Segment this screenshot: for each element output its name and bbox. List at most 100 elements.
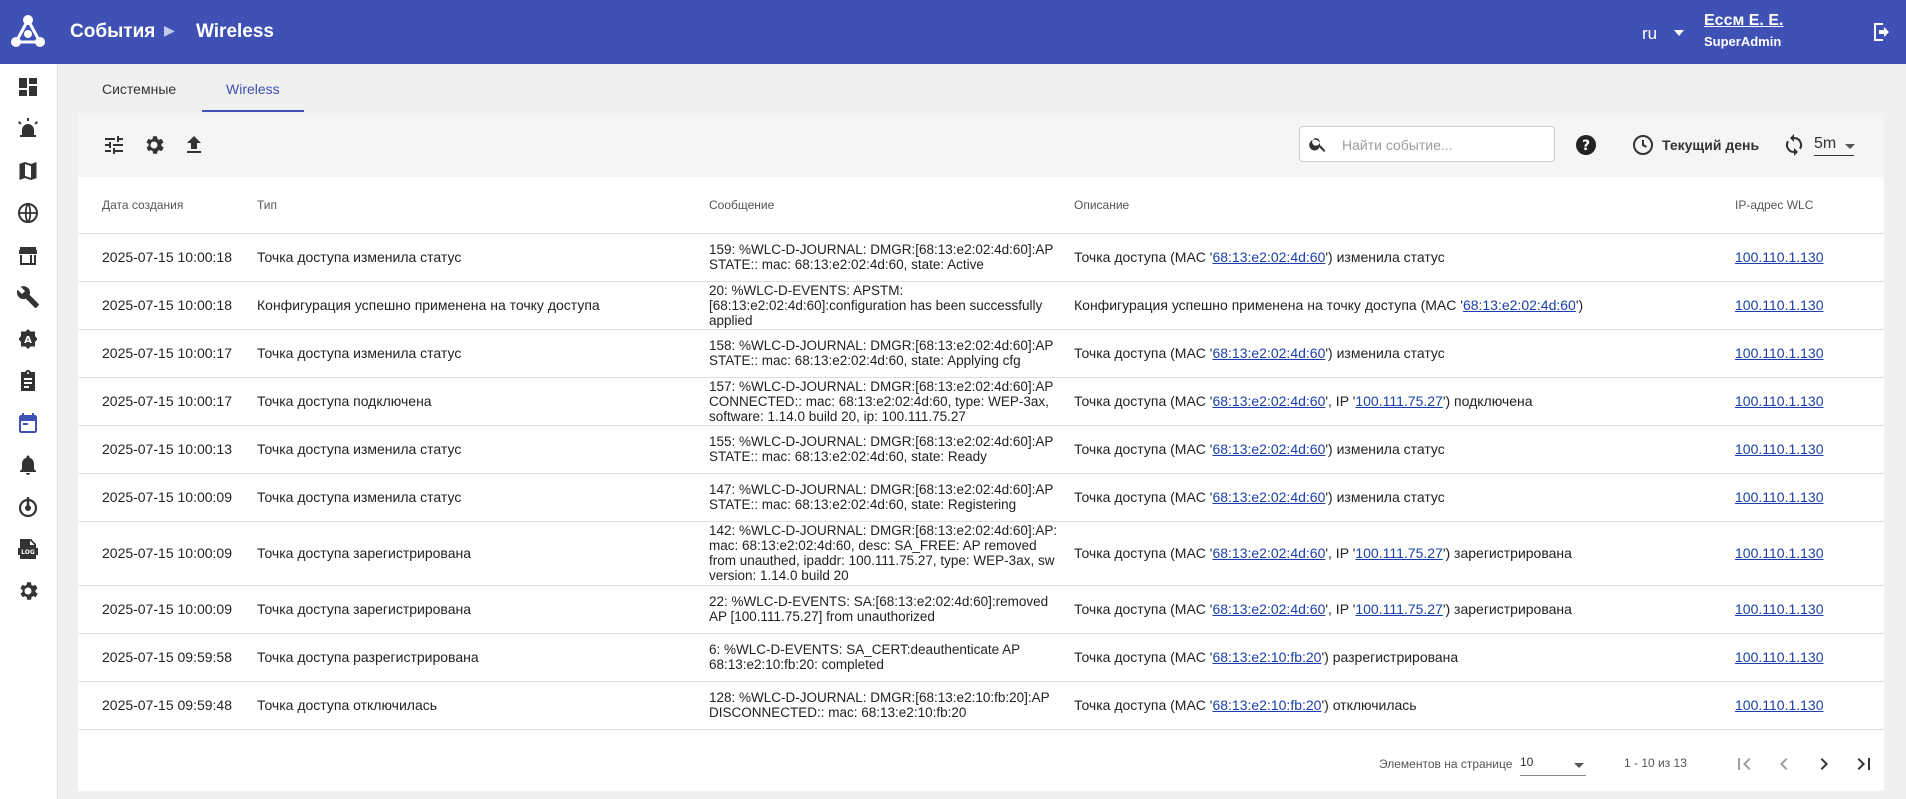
ap-ip-link[interactable]: 100.111.75.27 [1355,393,1442,409]
mac-link[interactable]: 68:13:e2:10:fb:20 [1212,697,1321,713]
mac-link[interactable]: 68:13:e2:02:4d:60 [1212,601,1325,617]
table-row[interactable]: 2025-07-15 09:59:58 Точка доступа разреги… [78,633,1884,682]
app-logo-icon[interactable] [8,12,48,52]
table-row[interactable]: 2025-07-15 10:00:09 Точка доступа зарегис… [78,585,1884,634]
cell-ip: 100.110.1.130 [1735,377,1884,426]
previous-page-icon[interactable] [1772,752,1796,776]
tab-wireless[interactable]: Wireless [226,81,280,97]
sidebar-item-logs[interactable]: LOG [16,537,40,561]
cell-message: 157: %WLC-D-JOURNAL: DMGR:[68:13:e2:02:4… [709,377,1074,426]
table-row[interactable]: 2025-07-15 10:00:09 Точка доступа изменил… [78,473,1884,522]
search-field[interactable] [1299,126,1555,162]
table-row[interactable]: 2025-07-15 10:00:18 Точка доступа изменил… [78,233,1884,282]
mac-link[interactable]: 68:13:e2:02:4d:60 [1212,393,1325,409]
mac-link[interactable]: 68:13:e2:02:4d:60 [1212,441,1325,457]
mac-link[interactable]: 68:13:e2:02:4d:60 [1463,297,1576,313]
wlc-ip-link[interactable]: 100.110.1.130 [1735,249,1824,265]
sidebar-item-monitoring[interactable] [16,495,40,519]
logout-icon[interactable] [1870,20,1894,44]
tab-system[interactable]: Системные [102,81,176,97]
wlc-ip-link[interactable]: 100.110.1.130 [1735,393,1824,409]
table-row[interactable]: 2025-07-15 10:00:09 Точка доступа зарегис… [78,521,1884,586]
mac-link[interactable]: 68:13:e2:02:4d:60 [1212,345,1325,361]
table-row[interactable]: 2025-07-15 09:59:48 Точка доступа отключи… [78,681,1884,730]
store-icon [19,247,37,265]
search-input[interactable] [1340,135,1544,155]
table-row[interactable]: 2025-07-15 10:00:18 Конфигурация успешно … [78,281,1884,330]
wlc-ip-link[interactable]: 100.110.1.130 [1735,545,1824,561]
chevron-down-icon[interactable] [1845,144,1855,149]
sidebar-item-auto-config[interactable]: A [16,327,40,351]
column-header-ip[interactable]: IP-адрес WLC [1735,177,1884,234]
refresh-icon[interactable] [1782,133,1806,157]
column-header-message[interactable]: Сообщение [709,177,1074,234]
settings-icon [20,582,38,600]
wlc-ip-link[interactable]: 100.110.1.130 [1735,649,1824,665]
page-size-label: Элементов на странице [1379,757,1513,771]
table-row[interactable]: 2025-07-15 10:00:17 Точка доступа изменил… [78,329,1884,378]
cell-type: Точка доступа зарегистрирована [257,585,709,634]
cell-description: Точка доступа (MAC '68:13:e2:02:4d:60') … [1074,329,1735,378]
table-row[interactable]: 2025-07-15 10:00:17 Точка доступа подключ… [78,377,1884,426]
power-icon [18,497,38,518]
mac-link[interactable]: 68:13:e2:02:4d:60 [1212,249,1325,265]
table-row[interactable]: 2025-07-15 10:00:13 Точка доступа изменил… [78,425,1884,474]
cell-type: Точка доступа изменила статус [257,233,709,282]
sidebar-item-tasks[interactable] [16,369,40,393]
next-page-icon[interactable] [1812,752,1836,776]
wlc-ip-link[interactable]: 100.110.1.130 [1735,441,1824,457]
description-text: ') изменила статус [1325,489,1445,505]
svg-text:?: ? [1582,138,1590,154]
siren-icon [18,118,38,137]
clock-icon[interactable] [1631,133,1655,157]
upload-icon[interactable] [182,133,206,157]
cell-type: Точка доступа разрегистрирована [257,633,709,682]
column-header-description[interactable]: Описание [1074,177,1735,234]
sidebar-item-maps[interactable] [16,159,40,183]
wlc-ip-link[interactable]: 100.110.1.130 [1735,601,1824,617]
sidebar-item-inventory[interactable] [16,243,40,267]
ap-ip-link[interactable]: 100.111.75.27 [1355,601,1442,617]
ap-ip-link[interactable]: 100.111.75.27 [1355,545,1442,561]
sidebar-item-alarms[interactable] [16,117,40,141]
chevron-down-icon[interactable] [1674,30,1684,36]
cell-description: Точка доступа (MAC '68:13:e2:02:4d:60', … [1074,521,1735,586]
language-select[interactable]: ru [1642,24,1657,44]
tab-bar: Системные Wireless [78,64,1884,114]
filter-settings-icon[interactable] [102,133,126,157]
mac-link[interactable]: 68:13:e2:02:4d:60 [1212,489,1325,505]
cell-date: 2025-07-15 10:00:18 [78,281,257,330]
help-icon[interactable]: ? [1574,133,1598,157]
wrench-icon [16,286,39,308]
sidebar-item-dashboard[interactable] [16,75,40,99]
description-text: ') подключена [1442,393,1533,409]
cell-ip: 100.110.1.130 [1735,329,1884,378]
user-name-link[interactable]: Ессм Е. Е. [1704,12,1783,30]
last-page-icon[interactable] [1852,752,1876,776]
wlc-ip-link[interactable]: 100.110.1.130 [1735,345,1824,361]
sidebar-item-events[interactable] [16,411,40,435]
cell-message: 159: %WLC-D-JOURNAL: DMGR:[68:13:e2:02:4… [709,233,1074,282]
description-text: ') изменила статус [1325,441,1445,457]
wlc-ip-link[interactable]: 100.110.1.130 [1735,489,1824,505]
cell-ip: 100.110.1.130 [1735,281,1884,330]
wlc-ip-link[interactable]: 100.110.1.130 [1735,297,1824,313]
gear-icon[interactable] [142,133,166,157]
sidebar-item-network[interactable] [16,201,40,225]
mac-link[interactable]: 68:13:e2:02:4d:60 [1212,545,1325,561]
page-size-select[interactable]: 10 [1520,755,1586,776]
column-header-type[interactable]: Тип [257,177,709,234]
breadcrumb-root[interactable]: События [70,21,155,43]
first-page-icon[interactable] [1732,752,1756,776]
wlc-ip-link[interactable]: 100.110.1.130 [1735,697,1824,713]
mac-link[interactable]: 68:13:e2:10:fb:20 [1212,649,1321,665]
period-selector[interactable]: Текущий день [1662,137,1759,153]
sidebar-item-notifications[interactable] [16,453,40,477]
column-header-date[interactable]: Дата создания [78,177,257,234]
sidebar-item-tools[interactable] [16,285,40,309]
cell-message: 142: %WLC-D-JOURNAL: DMGR:[68:13:e2:02:4… [709,521,1074,586]
cell-description: Точка доступа (MAC '68:13:e2:02:4d:60', … [1074,377,1735,426]
cell-description: Точка доступа (MAC '68:13:e2:10:fb:20') … [1074,681,1735,730]
sidebar-item-settings[interactable] [16,579,40,603]
globe-icon [18,203,38,223]
